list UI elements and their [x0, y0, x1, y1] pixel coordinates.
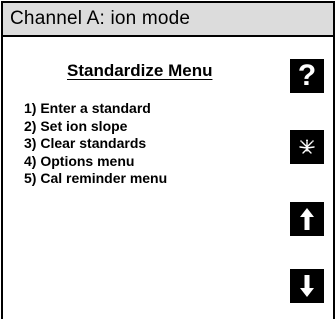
scroll-up-button[interactable]	[290, 202, 324, 236]
sparkle-button[interactable]	[290, 130, 324, 164]
title-bar: Channel A: ion mode	[3, 3, 333, 37]
help-icon: ?	[297, 59, 317, 92]
instrument-screen: Channel A: ion mode Standardize Menu 1) …	[1, 1, 335, 319]
help-button[interactable]: ?	[290, 59, 324, 93]
menu-title: Standardize Menu	[67, 61, 213, 80]
menu-item-options-menu[interactable]: 4) Options menu	[24, 153, 167, 171]
menu-item-cal-reminder-menu[interactable]: 5) Cal reminder menu	[24, 170, 167, 188]
window-title: Channel A: ion mode	[10, 8, 191, 29]
main-area: Standardize Menu 1) Enter a standard 2) …	[3, 37, 333, 319]
menu-item-clear-standards[interactable]: 3) Clear standards	[24, 135, 167, 153]
scroll-down-button[interactable]	[290, 269, 324, 303]
menu-item-enter-standard[interactable]: 1) Enter a standard	[24, 100, 167, 118]
arrow-up-icon	[300, 208, 314, 230]
menu-list: 1) Enter a standard 2) Set ion slope 3) …	[24, 100, 167, 188]
arrow-down-icon	[300, 275, 314, 297]
menu-item-set-ion-slope[interactable]: 2) Set ion slope	[24, 118, 167, 136]
sparkle-icon	[299, 139, 315, 154]
